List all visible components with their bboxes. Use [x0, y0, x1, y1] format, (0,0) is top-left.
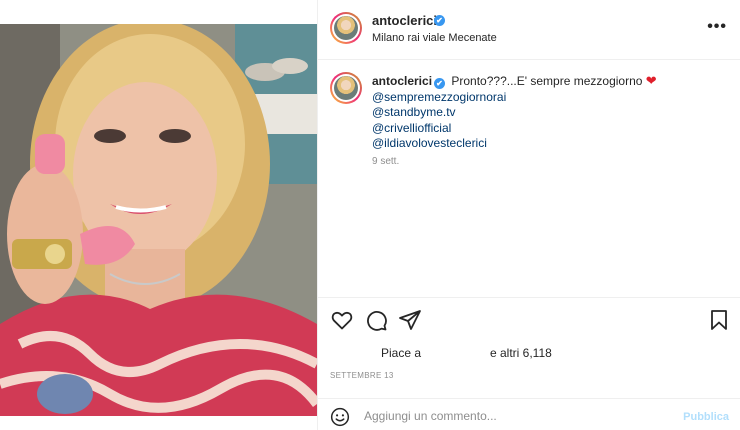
mention-link[interactable]: @sempremezzogiornorai	[372, 90, 727, 106]
post-media-panel	[0, 0, 317, 430]
comment-icon[interactable]	[364, 308, 388, 332]
caption-username[interactable]: antoclerici	[372, 74, 432, 88]
post-header: antoclerici ✔ Milano rai viale Mecenate …	[318, 0, 740, 60]
caption-text: Pronto???...E' sempre mezzogiorno	[451, 74, 643, 88]
bookmark-icon[interactable]	[707, 308, 731, 332]
caption-text-block: antoclerici ✔ Pronto???...E' sempre mezzo…	[372, 73, 727, 152]
post-caption: antoclerici ✔ Pronto???...E' sempre mezzo…	[318, 60, 740, 298]
mention-link[interactable]: @crivelliofficial	[372, 121, 727, 137]
author-username[interactable]: antoclerici	[372, 13, 437, 28]
post-sidebar: antoclerici ✔ Milano rai viale Mecenate …	[317, 0, 740, 430]
mention-link[interactable]: @ildiavolovesteclerici	[372, 136, 727, 152]
avatar-image	[334, 76, 358, 100]
avatar-ring	[332, 14, 360, 42]
verified-badge-icon: ✔	[434, 78, 446, 89]
more-options-icon[interactable]: •••	[707, 18, 727, 36]
emoji-picker-icon[interactable]	[330, 407, 350, 427]
comment-bar: Pubblica	[318, 398, 740, 430]
post-date[interactable]: SETTEMBRE 13	[330, 371, 394, 380]
caption-time-ago[interactable]: 9 sett.	[372, 156, 399, 167]
verified-badge-icon: ✔	[434, 15, 445, 26]
author-avatar[interactable]	[330, 12, 362, 44]
red-heart-emoji-icon: ❤	[645, 73, 657, 88]
comment-input[interactable]	[364, 405, 664, 427]
mention-link[interactable]: @standbyme.tv	[372, 105, 727, 121]
likes-count-link[interactable]: e altri 6,118	[490, 346, 552, 360]
post-photo-illustration	[0, 24, 317, 416]
likes-prefix: Piace a	[381, 346, 422, 360]
share-icon[interactable]	[398, 308, 422, 332]
caption-avatar[interactable]	[330, 72, 362, 104]
heart-icon[interactable]	[330, 308, 354, 332]
post-actions	[318, 306, 740, 336]
avatar-ring	[332, 74, 360, 102]
post-location[interactable]: Milano rai viale Mecenate	[372, 32, 497, 44]
post-photo[interactable]	[0, 24, 317, 416]
avatar-image	[334, 16, 358, 40]
publish-button[interactable]: Pubblica	[683, 411, 729, 423]
